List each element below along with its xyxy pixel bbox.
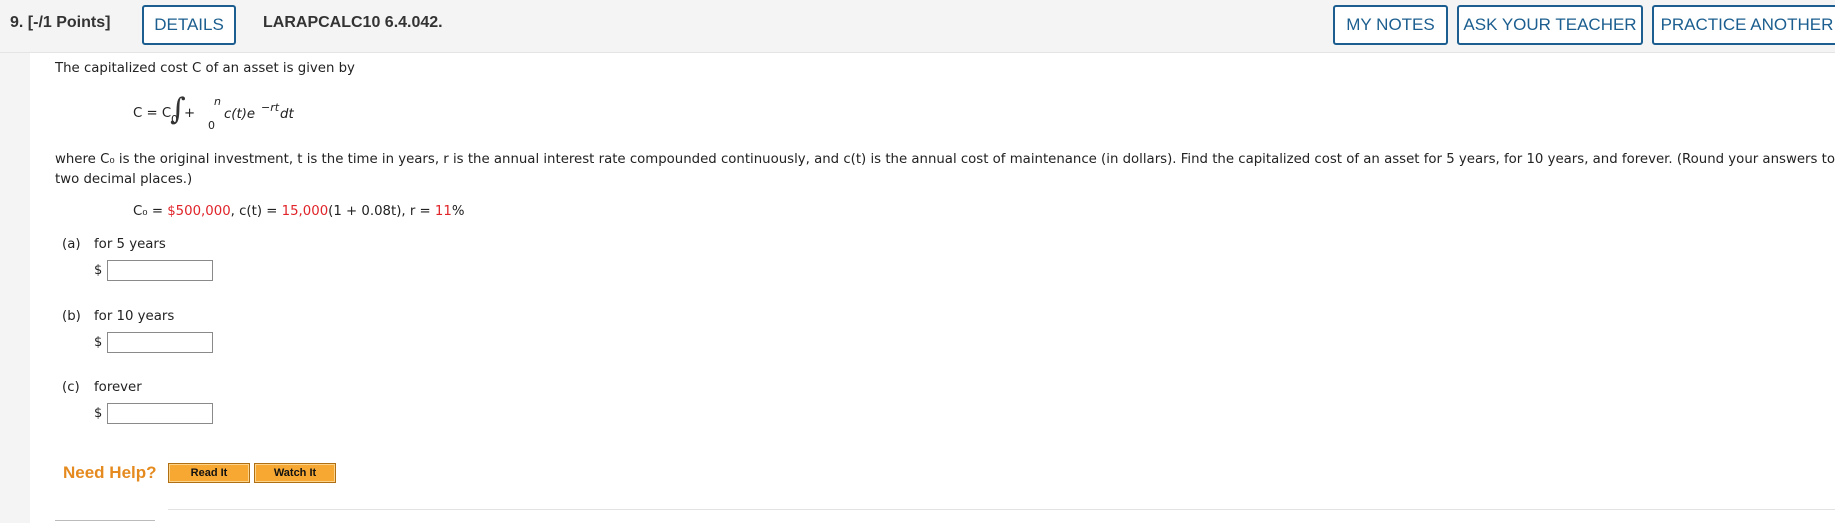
part-b-currency: $ [94, 335, 103, 350]
problem-description-line1: where C₀ is the original investment, t i… [55, 152, 1835, 167]
part-a-label: (a) [62, 237, 81, 252]
part-c-answer-input[interactable] [107, 403, 213, 424]
read-it-button[interactable]: Read It [168, 463, 250, 483]
given-values: C₀ = $500,000, c(t) = 15,000(1 + 0.08t),… [133, 204, 464, 219]
part-b-label: (b) [62, 309, 81, 324]
differential-dt: dt [280, 107, 294, 122]
left-margin-bar [0, 53, 30, 523]
watch-it-button[interactable]: Watch It [254, 463, 336, 483]
part-b-text: for 10 years [94, 309, 175, 324]
given-c-rest: (1 + 0.08t), r = [328, 204, 435, 219]
given-c-coefficient: 15,000 [281, 204, 329, 219]
bottom-divider [168, 509, 1835, 510]
integrand-exponent: −rt [261, 101, 280, 114]
problem-description-line2: two decimal places.) [55, 172, 193, 187]
need-help-title: Need Help? [63, 463, 157, 482]
integrand: c(t)e [224, 107, 256, 122]
integral-sign: ∫ [170, 92, 186, 127]
part-c-text: forever [94, 380, 142, 395]
given-mid: , c(t) = [230, 204, 282, 219]
given-r-unit: % [451, 204, 465, 219]
given-r-value: 11 [434, 204, 452, 219]
given-c0-value: $500,000 [167, 204, 231, 219]
bottom-left-tab [55, 520, 155, 521]
lower-limit: 0 [208, 119, 215, 132]
part-a-currency: $ [94, 263, 103, 278]
my-notes-button[interactable]: MY NOTES [1333, 5, 1448, 45]
formula-plus: + [184, 106, 196, 121]
part-c-currency: $ [94, 406, 103, 421]
part-a-text: for 5 years [94, 237, 166, 252]
ask-your-teacher-button[interactable]: ASK YOUR TEACHER [1457, 5, 1643, 45]
question-body [30, 53, 1835, 523]
intro-text: The capitalized cost C of an asset is gi… [55, 61, 355, 76]
question-id: LARAPCALC10 6.4.042. [263, 14, 443, 31]
formula-lhs: C = C [133, 106, 172, 121]
part-b-answer-input[interactable] [107, 332, 213, 353]
question-number: 9. [-/1 Points] [10, 14, 111, 31]
question-header: 9. [-/1 Points] DETAILS LARAPCALC10 6.4.… [0, 0, 1835, 53]
part-a-answer-input[interactable] [107, 260, 213, 281]
given-c0-label: C₀ = [133, 204, 168, 219]
practice-another-button[interactable]: PRACTICE ANOTHER [1652, 5, 1835, 45]
part-c-label: (c) [62, 380, 80, 395]
details-button[interactable]: DETAILS [142, 5, 236, 45]
upper-limit: n [214, 95, 221, 108]
